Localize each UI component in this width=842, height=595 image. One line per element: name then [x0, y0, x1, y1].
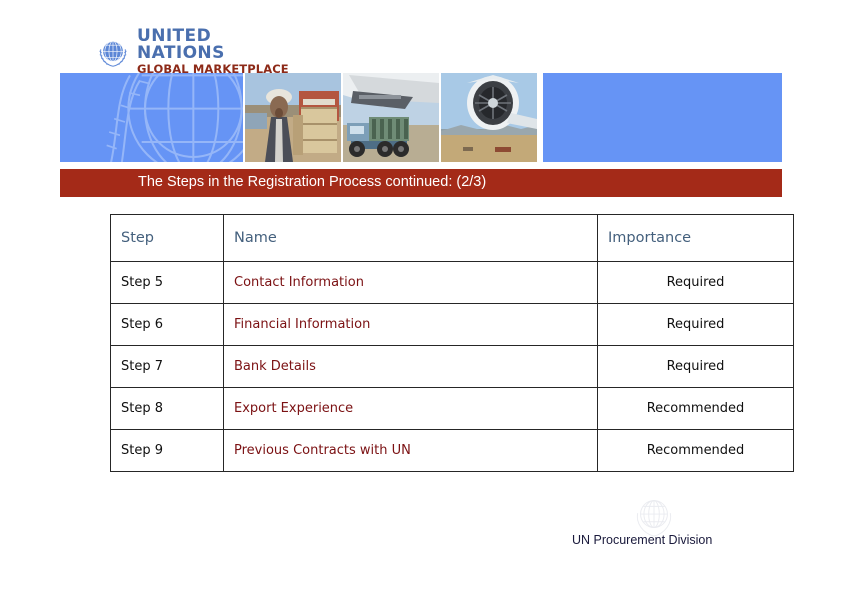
banner-right-blue-panel [543, 73, 782, 162]
table-row: Step 9 Previous Contracts with UN Recomm… [110, 429, 794, 472]
cell-name: Export Experience [223, 387, 598, 430]
column-header-step: Step [110, 214, 224, 262]
table-row: Step 6 Financial Information Required [110, 303, 794, 346]
un-globe-watermark-icon [106, 73, 243, 162]
table-row: Step 8 Export Experience Recommended [110, 387, 794, 430]
table-row: Step 7 Bank Details Required [110, 345, 794, 388]
un-emblem-icon [99, 40, 127, 67]
page-title: The Steps in the Registration Process co… [138, 174, 487, 190]
cell-step: Step 9 [110, 429, 224, 472]
cell-importance: Required [597, 303, 794, 346]
logo-wordmark: UNITED NATIONS GLOBAL MARKETPLACE [137, 28, 296, 76]
cell-name: Previous Contracts with UN [223, 429, 598, 472]
photo-jet-engine [441, 73, 537, 162]
column-header-importance: Importance [597, 214, 794, 262]
registration-steps-table: Step Name Importance Step 5 Contact Info… [110, 214, 794, 472]
cell-name: Bank Details [223, 345, 598, 388]
footer-credit: UN Procurement Division [572, 533, 713, 547]
cell-step: Step 5 [110, 261, 224, 304]
photo-truck-and-cargo-plane [343, 73, 439, 162]
cell-step: Step 6 [110, 303, 224, 346]
un-global-marketplace-logo: UNITED NATIONS GLOBAL MARKETPLACE [96, 28, 296, 75]
banner-left-blue-panel [60, 73, 243, 162]
table-header-row: Step Name Importance [110, 214, 794, 262]
cell-name: Financial Information [223, 303, 598, 346]
table-row: Step 5 Contact Information Required [110, 261, 794, 304]
cell-importance: Required [597, 261, 794, 304]
cell-step: Step 8 [110, 387, 224, 430]
banner-strip [60, 73, 782, 162]
logo-line-united-nations: UNITED NATIONS [137, 26, 225, 64]
cell-name: Contact Information [223, 261, 598, 304]
cell-step: Step 7 [110, 345, 224, 388]
cell-importance: Required [597, 345, 794, 388]
photo-man-with-crates [245, 73, 341, 162]
slide-title-bar: The Steps in the Registration Process co… [60, 169, 782, 197]
cell-importance: Recommended [597, 387, 794, 430]
cell-importance: Recommended [597, 429, 794, 472]
column-header-name: Name [223, 214, 598, 262]
